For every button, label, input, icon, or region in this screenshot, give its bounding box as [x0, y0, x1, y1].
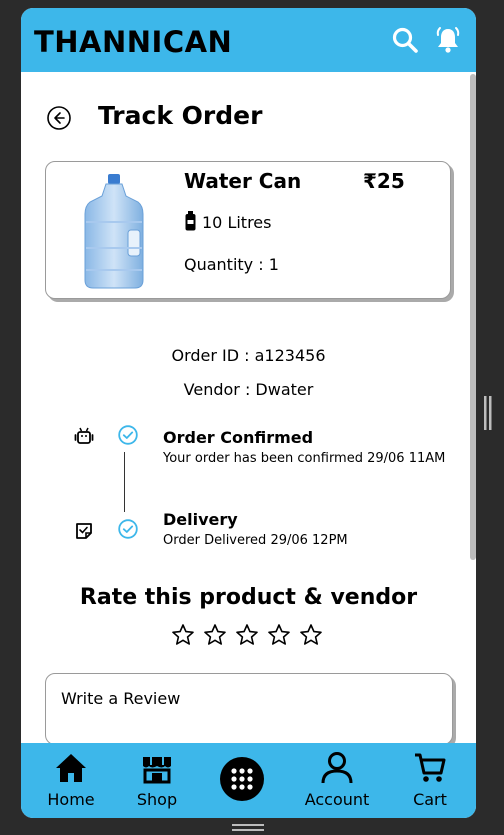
nav-label-shop: Shop: [136, 790, 178, 809]
timeline-connector: [124, 452, 125, 512]
timeline-step-title: Delivery: [163, 510, 238, 529]
water-can-image: [84, 174, 144, 289]
nav-home[interactable]: Home: [31, 751, 111, 809]
rating-title: Rate this product & vendor: [79, 585, 418, 610]
star-icon[interactable]: [171, 623, 195, 647]
timeline-step-title: Order Confirmed: [163, 428, 314, 447]
android-icon: [74, 427, 94, 444]
timeline-step-desc: Order Delivered 29/06 12PM: [163, 533, 348, 548]
top-app-bar: THANNICAN: [21, 8, 476, 72]
home-icon: [56, 754, 86, 782]
bottle-icon: [185, 211, 196, 231]
nav-cart[interactable]: Cart: [390, 751, 470, 809]
note-check-icon: [76, 523, 92, 539]
brand-title: THANNICAN: [34, 25, 233, 59]
cart-icon: [415, 753, 446, 782]
product-quantity: Quantity : 1: [184, 255, 279, 274]
product-name: Water Can: [184, 169, 302, 193]
product-card[interactable]: Water Can ₹25 10 Litres Quantity : 1: [45, 161, 451, 299]
resize-handle[interactable]: [484, 396, 492, 430]
grid-menu-icon: [231, 768, 253, 790]
nav-label-home: Home: [47, 790, 95, 809]
account-icon: [321, 752, 353, 784]
star-icon[interactable]: [299, 623, 323, 647]
star-icon[interactable]: [267, 623, 291, 647]
phone-screen: THANNICAN Track Order Water Can ₹25 10 L…: [21, 8, 476, 818]
page-title: Track Order: [98, 101, 263, 130]
product-volume: 10 Litres: [202, 213, 272, 232]
bell-icon[interactable]: [434, 26, 462, 54]
grid-menu-button[interactable]: [220, 757, 264, 801]
nav-label-account: Account: [304, 790, 370, 809]
drag-handle[interactable]: [232, 824, 264, 832]
review-input[interactable]: Write a Review: [45, 673, 453, 745]
review-placeholder: Write a Review: [61, 689, 181, 708]
nav-shop[interactable]: Shop: [117, 751, 197, 809]
star-icon[interactable]: [235, 623, 259, 647]
order-id: Order ID : a123456: [171, 346, 326, 365]
product-price: ₹25: [363, 169, 405, 193]
star-icon[interactable]: [203, 623, 227, 647]
search-icon[interactable]: [391, 26, 419, 54]
check-circle-icon: [118, 519, 138, 539]
bottom-navigation: Home Shop Account Cart: [21, 743, 476, 818]
timeline-step-desc: Your order has been confirmed 29/06 11AM: [163, 451, 446, 466]
nav-account[interactable]: Account: [297, 751, 377, 809]
vendor-name: Vendor : Dwater: [183, 380, 314, 399]
scrollbar-thumb[interactable]: [470, 74, 476, 560]
back-arrow-icon[interactable]: [47, 106, 71, 130]
check-circle-icon: [118, 425, 138, 445]
star-rating[interactable]: [171, 623, 331, 649]
nav-label-cart: Cart: [413, 790, 447, 809]
shop-icon: [143, 757, 171, 784]
